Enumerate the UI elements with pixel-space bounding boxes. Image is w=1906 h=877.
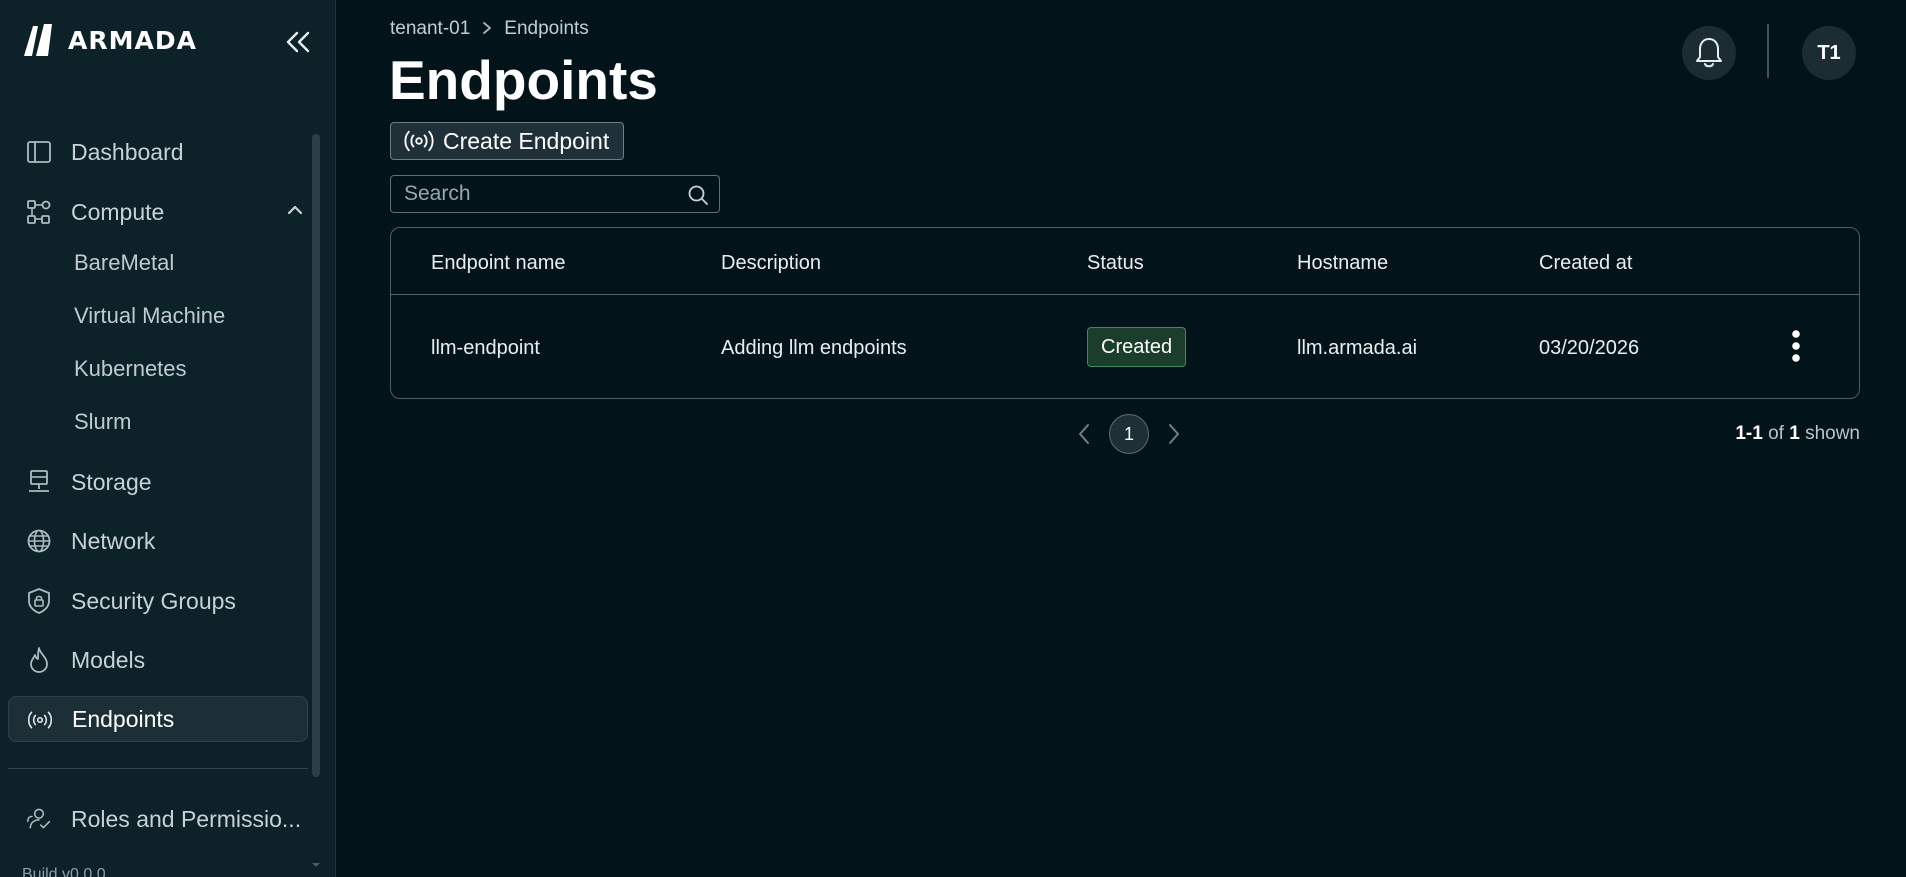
results-total: 1 bbox=[1789, 423, 1800, 444]
build-version-text: Build v0.0.0 bbox=[22, 866, 106, 877]
cell-endpoint-name: llm-endpoint bbox=[431, 337, 540, 359]
broadcast-icon bbox=[404, 130, 434, 152]
column-header-hostname[interactable]: Hostname bbox=[1297, 252, 1388, 275]
cell-hostname: llm.armada.ai bbox=[1297, 337, 1418, 359]
page-title: Endpoints bbox=[389, 49, 658, 111]
sidebar-item-label: Network bbox=[71, 527, 156, 554]
breadcrumb-tenant-link[interactable]: tenant-01 bbox=[390, 18, 470, 40]
users-check-icon bbox=[26, 806, 52, 832]
endpoints-table: Endpoint name Description Status Hostnam… bbox=[390, 227, 1860, 399]
sidebar-item-label: Storage bbox=[71, 468, 152, 495]
search-icon[interactable] bbox=[687, 184, 709, 211]
sidebar-item-label: Roles and Permissio... bbox=[71, 805, 302, 832]
sidebar-item-security-groups[interactable]: Security Groups bbox=[8, 578, 308, 624]
sidebar-item-storage[interactable]: Storage bbox=[8, 459, 308, 505]
scroll-down-arrow-icon[interactable] bbox=[311, 855, 321, 873]
pagination: 1 bbox=[1073, 414, 1185, 454]
column-header-created-at[interactable]: Created at bbox=[1539, 252, 1632, 275]
kebab-menu-icon bbox=[1792, 330, 1800, 362]
shield-lock-icon bbox=[26, 588, 52, 614]
armada-logo-icon bbox=[24, 24, 52, 56]
sidebar-item-dashboard[interactable]: Dashboard bbox=[8, 129, 308, 175]
sidebar-subitem-slurm[interactable]: Slurm bbox=[74, 409, 131, 443]
chevron-right-icon bbox=[1169, 424, 1179, 444]
storage-icon bbox=[26, 469, 52, 495]
results-of: of bbox=[1768, 423, 1784, 444]
status-badge: Created bbox=[1087, 327, 1187, 367]
collapse-sidebar-button[interactable] bbox=[282, 26, 314, 58]
sidebar-item-label: Security Groups bbox=[71, 587, 236, 614]
sidebar-divider bbox=[8, 768, 308, 769]
next-page-button[interactable] bbox=[1163, 414, 1185, 454]
bell-icon bbox=[1696, 38, 1722, 68]
results-range: 1-1 bbox=[1735, 423, 1763, 444]
brand-name: ARMADA bbox=[68, 25, 197, 55]
chevron-up-icon[interactable] bbox=[286, 203, 304, 221]
previous-page-button[interactable] bbox=[1073, 414, 1095, 454]
table-header-divider bbox=[391, 294, 1859, 295]
sidebar-item-endpoints[interactable]: Endpoints bbox=[8, 696, 308, 742]
cell-description: Adding llm endpoints bbox=[721, 337, 907, 359]
create-endpoint-button[interactable]: Create Endpoint bbox=[390, 122, 624, 160]
sidebar-item-label: Dashboard bbox=[71, 138, 184, 165]
sidebar-item-label: Compute bbox=[71, 198, 165, 225]
globe-icon bbox=[26, 528, 52, 554]
sidebar-subitem-baremetal[interactable]: BareMetal bbox=[74, 250, 174, 284]
compute-nodes-icon bbox=[26, 199, 52, 225]
results-count: 1-1 of 1 shown bbox=[1735, 423, 1860, 445]
sidebar-subitem-virtual-machine[interactable]: Virtual Machine bbox=[74, 303, 225, 337]
sidebar-scrollbar-thumb[interactable] bbox=[312, 134, 320, 777]
sidebar-panel-icon bbox=[26, 139, 52, 165]
chevron-left-icon bbox=[1079, 424, 1089, 444]
user-avatar[interactable]: T1 bbox=[1802, 26, 1856, 80]
sidebar-item-label: Endpoints bbox=[72, 705, 175, 732]
broadcast-icon bbox=[27, 707, 53, 733]
double-chevron-left-icon bbox=[286, 31, 310, 53]
search-input[interactable] bbox=[391, 176, 671, 212]
create-endpoint-label: Create Endpoint bbox=[443, 127, 610, 154]
results-shown: shown bbox=[1805, 423, 1860, 444]
sidebar: ARMADA Dashboard Compute BareMetal Virtu… bbox=[0, 0, 336, 877]
row-actions-button[interactable] bbox=[1781, 326, 1811, 366]
app-root: ARMADA Dashboard Compute BareMetal Virtu… bbox=[0, 0, 1906, 877]
sidebar-item-label: Models bbox=[71, 646, 146, 673]
sidebar-item-roles-and-permissions[interactable]: Roles and Permissio... bbox=[8, 796, 308, 842]
page-number-button[interactable]: 1 bbox=[1109, 414, 1149, 454]
column-header-endpoint-name[interactable]: Endpoint name bbox=[431, 252, 566, 275]
sidebar-item-models[interactable]: Models bbox=[8, 637, 308, 683]
column-header-status[interactable]: Status bbox=[1087, 252, 1144, 275]
cell-created-at: 03/20/2026 bbox=[1539, 337, 1640, 359]
search-box bbox=[390, 175, 720, 213]
sidebar-item-network[interactable]: Network bbox=[8, 518, 308, 564]
notifications-button[interactable] bbox=[1682, 26, 1736, 80]
main-content: tenant-01 Endpoints Endpoints T1 Create … bbox=[337, 0, 1906, 877]
sidebar-item-compute[interactable]: Compute bbox=[8, 189, 308, 235]
chevron-right-icon bbox=[482, 19, 492, 40]
brand-logo[interactable]: ARMADA bbox=[22, 22, 197, 58]
header-divider bbox=[1767, 24, 1769, 78]
column-header-description[interactable]: Description bbox=[721, 252, 821, 275]
flame-icon bbox=[26, 647, 52, 673]
sidebar-subitem-kubernetes[interactable]: Kubernetes bbox=[74, 356, 187, 390]
breadcrumb-current: Endpoints bbox=[504, 18, 589, 39]
breadcrumb: tenant-01 Endpoints bbox=[390, 17, 589, 41]
